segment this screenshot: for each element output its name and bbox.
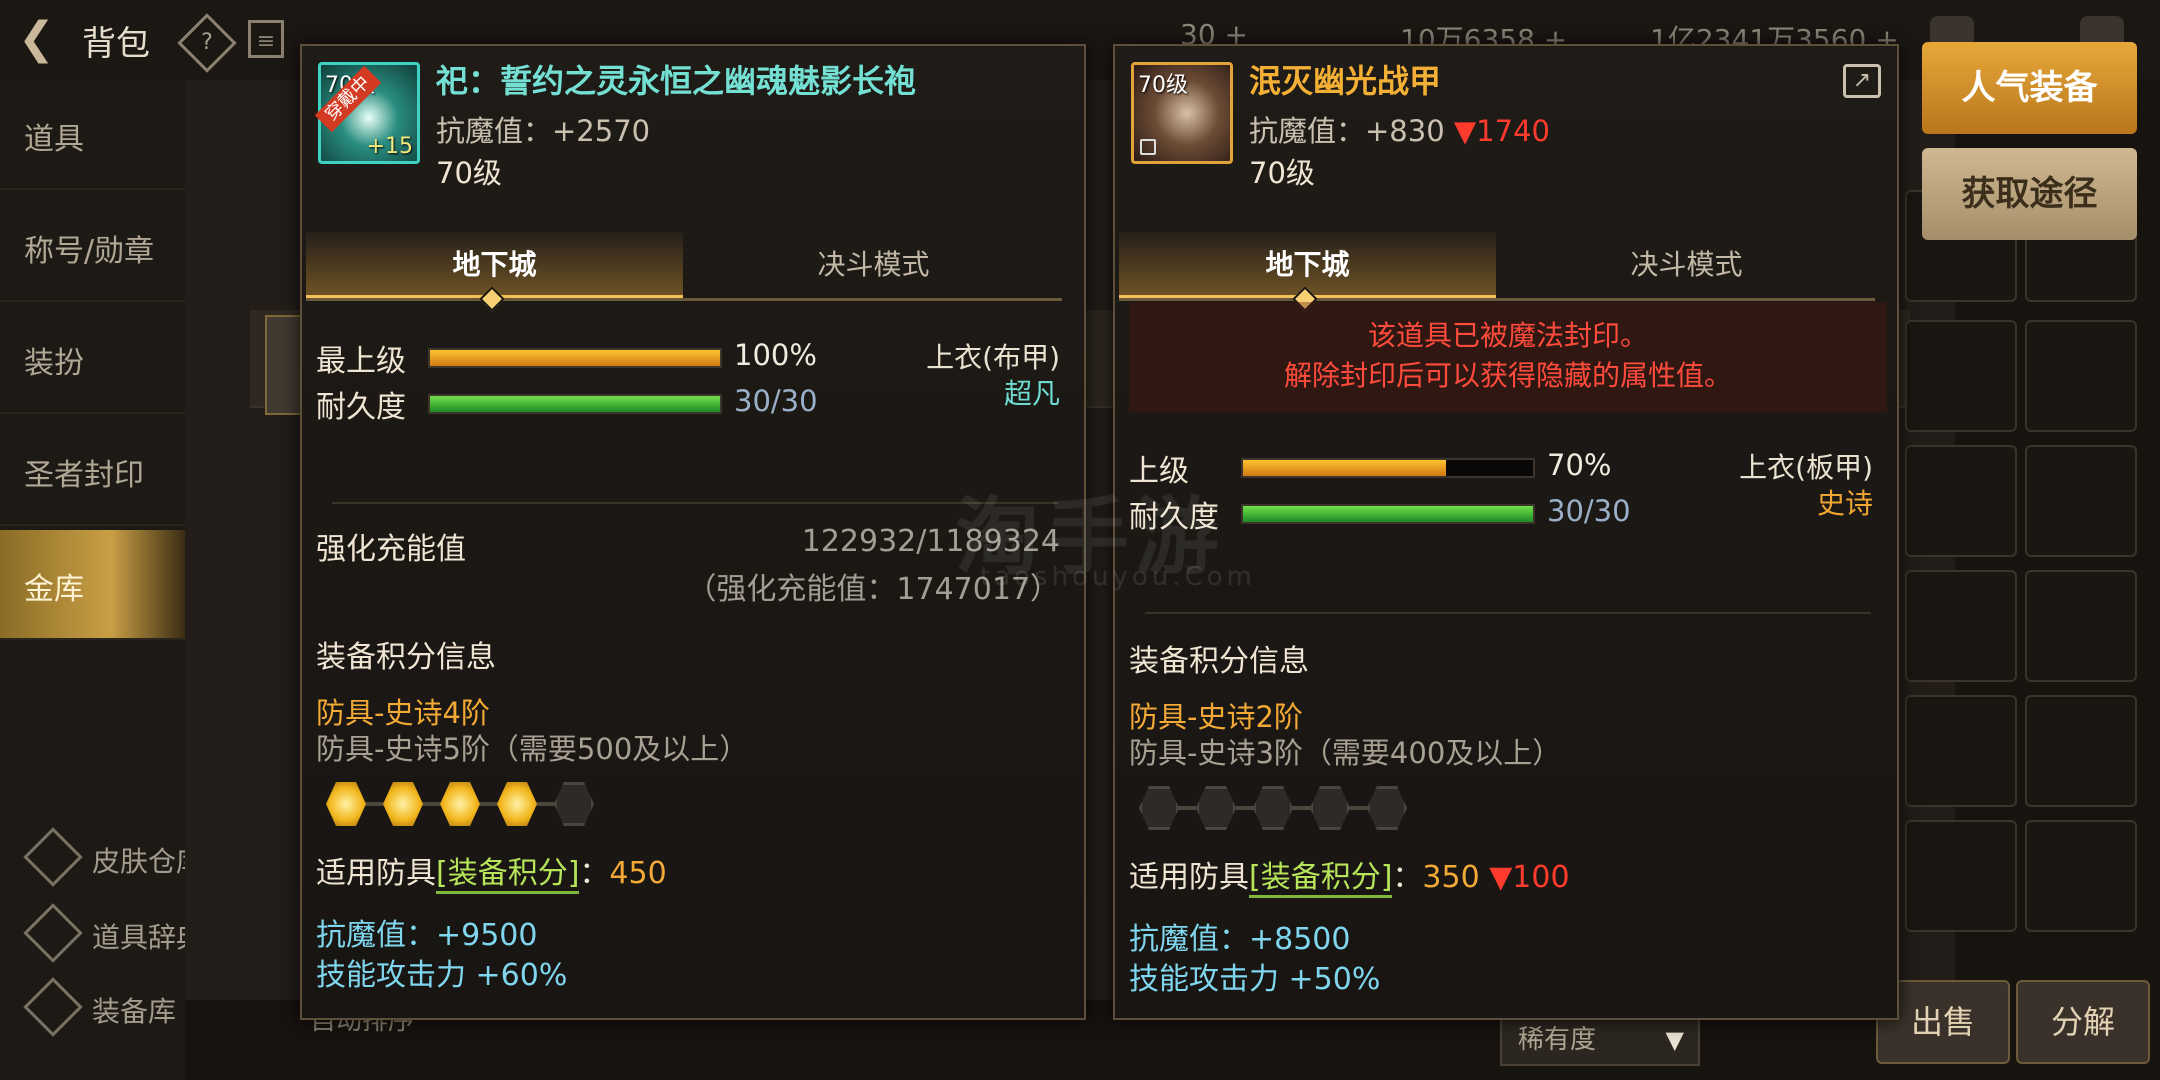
bonus-skill-attack: 技能攻击力 +60% (316, 958, 568, 993)
bonus-magic-defense: 抗魔值：+8500 (1129, 922, 1351, 957)
chevron-down-icon: ▼ (1665, 1026, 1684, 1054)
lock-icon (1140, 139, 1156, 155)
inventory-slot[interactable] (1905, 820, 2017, 932)
tier-next: 防具-史诗3阶（需要400及以上） (1129, 736, 1562, 770)
mode-tabs: 地下城 决斗模式 (306, 232, 1062, 312)
bonus-skill-attack: 技能攻击力 +50% (1129, 962, 1381, 997)
divider (1145, 612, 1871, 614)
tab-duel[interactable]: 决斗模式 (1498, 232, 1875, 298)
tier-hex-icon (1310, 786, 1350, 830)
inventory-slot[interactable] (1905, 320, 2017, 432)
charge-label: 强化充能值 (316, 532, 466, 567)
item-thumbnail: 70级 (1131, 62, 1233, 164)
popular-equipment-button[interactable]: 人气装备 (1922, 42, 2137, 134)
equipment-score: 适用防具[装备积分]：450 (316, 848, 667, 894)
mode-tabs: 地下城 决斗模式 (1119, 232, 1875, 312)
tier-hex-icon (554, 782, 594, 826)
watermark-url: taoshouyou.Com (980, 562, 1256, 592)
grade-label: 最上级 (316, 344, 406, 379)
sidebar-item-avatar[interactable]: 装扮 (0, 304, 185, 414)
rarity-grade: 超凡 (1003, 377, 1060, 410)
inventory-slot[interactable] (1905, 695, 2017, 807)
enhance-level: +15 (366, 134, 413, 159)
grade-value: 70% (1547, 448, 1612, 482)
equipment-slot: 上衣(布甲) (926, 341, 1060, 374)
magic-defense: 抗魔值：+2570 (436, 114, 651, 148)
inventory-slot[interactable] (1905, 445, 2017, 557)
grade-bar (428, 348, 722, 368)
magic-defense: 抗魔值：+830 ▼1740 (1249, 114, 1550, 148)
sidebar-item-titles[interactable]: 称号/勋章 (0, 192, 185, 302)
share-icon[interactable]: ↗ (1843, 64, 1881, 98)
inventory-slot[interactable] (2025, 695, 2137, 807)
sidebar-item-seal[interactable]: 圣者封印 (0, 416, 185, 526)
bonus-magic-defense: 抗魔值：+9500 (316, 918, 538, 953)
score-info-title: 装备积分信息 (316, 640, 496, 675)
armor-icon (23, 977, 83, 1037)
inventory-slot[interactable] (2025, 320, 2137, 432)
item-name: 祀：誓约之灵永恒之幽魂魅影长袍 (436, 62, 917, 100)
grade-bar (1241, 458, 1535, 478)
item-name: 泯灭幽光战甲 (1249, 62, 1442, 100)
tab-duel[interactable]: 决斗模式 (685, 232, 1062, 298)
tier-next: 防具-史诗5阶（需要500及以上） (316, 732, 749, 766)
sidebar-item-items[interactable]: 道具 (0, 80, 185, 190)
tier-hex-icon (326, 782, 366, 826)
durability-value: 30/30 (734, 384, 818, 418)
inventory-slot[interactable] (2025, 820, 2137, 932)
inventory-slot[interactable] (2025, 445, 2137, 557)
compare-item-tooltip: 70级 泯灭幽光战甲 ↗ 抗魔值：+830 ▼1740 70级 地下城 决斗模式… (1113, 44, 1899, 1020)
back-arrow-icon[interactable]: ❮ (18, 14, 68, 64)
durability-bar (428, 394, 722, 414)
grade-value: 100% (734, 338, 817, 372)
sidebar: 道具 称号/勋章 装扮 圣者封印 金库 皮肤仓库 道具辞典 装备库 (0, 80, 204, 1080)
rarity-grade: 史诗 (1816, 487, 1873, 520)
item-level: 70级 (1249, 156, 1315, 190)
durability-label: 耐久度 (316, 390, 406, 425)
equipment-slot: 上衣(板甲) (1739, 451, 1873, 484)
help-icon[interactable]: ? (177, 13, 237, 73)
tier-hex-icon (383, 782, 423, 826)
tier-hex-icon (1196, 786, 1236, 830)
durability-bar (1241, 504, 1535, 524)
item-thumbnail: 70级 穿戴中 +15 (314, 62, 420, 164)
book-icon[interactable]: ≡ (248, 20, 284, 58)
tier-hex-icon (497, 782, 537, 826)
sidebar-item-vault[interactable]: 金库 (0, 530, 185, 640)
page-title: 背包 (82, 24, 150, 64)
inventory-slot[interactable] (2025, 570, 2137, 682)
inventory-slot[interactable] (1905, 570, 2017, 682)
tier-hex-icon (1367, 786, 1407, 830)
seal-notice: 该道具已被魔法封印。 解除封印后可以获得隐藏的属性值。 (1129, 302, 1887, 412)
dictionary-icon (23, 903, 83, 963)
item-level: 70级 (436, 156, 502, 190)
durability-value: 30/30 (1547, 494, 1631, 528)
tier-hex-icon (440, 782, 480, 826)
tier-hex-icon (1253, 786, 1293, 830)
obtain-source-button[interactable]: 获取途径 (1922, 148, 2137, 240)
divider (332, 502, 1058, 504)
score-info-title: 装备积分信息 (1129, 644, 1309, 679)
brush-icon (23, 827, 83, 887)
equipment-score: 适用防具[装备积分]：350 ▼100 (1129, 852, 1570, 898)
tier-hex-icon (1139, 786, 1179, 830)
disassemble-button[interactable]: 分解 (2016, 980, 2150, 1064)
